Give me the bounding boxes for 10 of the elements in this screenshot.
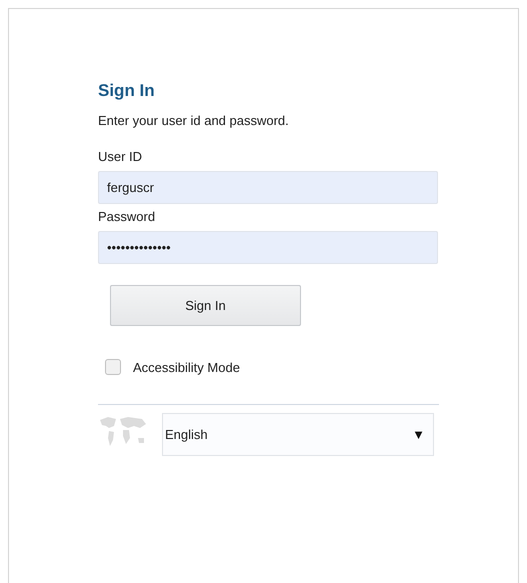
instructions-text: Enter your user id and password. <box>98 113 290 128</box>
sign-in-title: Sign In <box>98 81 156 101</box>
field-label: Password <box>98 209 156 224</box>
checkbox-label: Accessibility Mode <box>133 360 240 374</box>
language-dropdown[interactable]: English ▼ <box>162 413 434 456</box>
user-id-field[interactable]: ferguscr <box>98 171 438 204</box>
password-field[interactable]: •••••••••••••• <box>98 231 438 264</box>
sign-in-button[interactable]: Sign In <box>110 285 301 326</box>
field-label: User ID <box>98 149 144 164</box>
checkbox[interactable] <box>105 359 121 375</box>
